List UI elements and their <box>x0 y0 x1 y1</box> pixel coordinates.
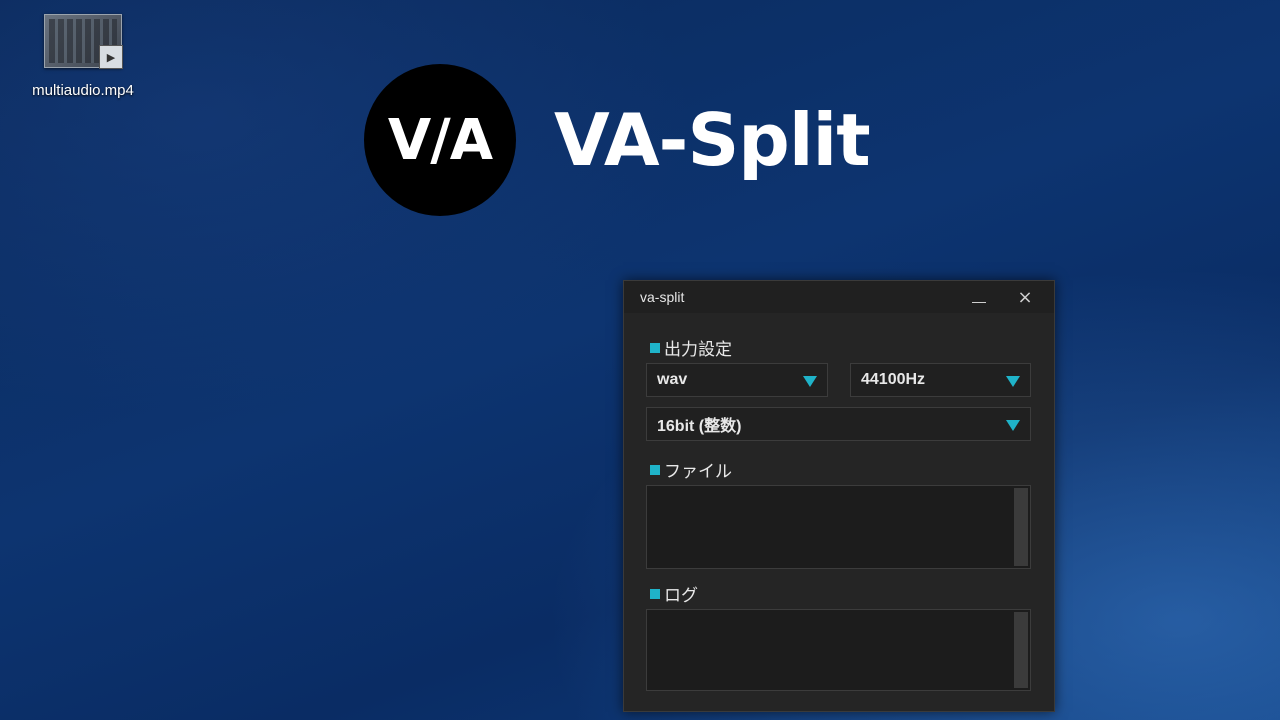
window-titlebar[interactable]: va-split × <box>624 281 1054 313</box>
output-settings-label: 出力設定 <box>664 340 732 360</box>
minimize-icon <box>972 301 986 303</box>
section-marker-icon <box>650 342 660 353</box>
app-window: va-split × 出力設定 wav 44100Hz 16bit (整数) フ… <box>623 280 1055 712</box>
sample-rate-select[interactable]: 44100Hz <box>850 363 1031 397</box>
log-scrollbar[interactable] <box>1014 612 1028 688</box>
section-marker-icon <box>650 588 660 599</box>
files-heading: ファイル <box>650 457 732 482</box>
window-title: va-split <box>640 289 685 305</box>
desktop-file-label: multiaudio.mp4 <box>32 82 134 99</box>
video-file-icon: ▶ <box>44 14 123 69</box>
format-select[interactable]: wav <box>646 363 828 397</box>
desktop-file-multiaudio[interactable]: ▶ multiaudio.mp4 <box>8 14 158 99</box>
log-label: ログ <box>664 586 698 606</box>
bit-depth-select[interactable]: 16bit (整数) <box>646 407 1031 441</box>
app-logo: V/A VA-Split <box>364 64 871 216</box>
close-button[interactable]: × <box>1002 281 1048 313</box>
sample-rate-value: 44100Hz <box>861 371 926 388</box>
log-area[interactable] <box>646 609 1031 691</box>
dropdown-arrow-icon <box>1006 376 1020 387</box>
format-value: wav <box>657 371 688 388</box>
bit-depth-value: 16bit (整数) <box>657 418 742 435</box>
logo-name: VA-Split <box>554 98 871 182</box>
output-settings-heading: 出力設定 <box>650 335 732 360</box>
close-icon: × <box>1017 286 1033 308</box>
minimize-button[interactable] <box>956 281 1002 313</box>
files-label: ファイル <box>664 462 732 482</box>
log-heading: ログ <box>650 581 698 606</box>
dropdown-arrow-icon <box>1006 420 1020 431</box>
file-list[interactable] <box>646 485 1031 569</box>
section-marker-icon <box>650 464 660 475</box>
media-player-badge-icon: ▶ <box>99 45 123 69</box>
dropdown-arrow-icon <box>803 376 817 387</box>
file-list-scrollbar[interactable] <box>1014 488 1028 566</box>
logo-mark: V/A <box>364 64 516 216</box>
